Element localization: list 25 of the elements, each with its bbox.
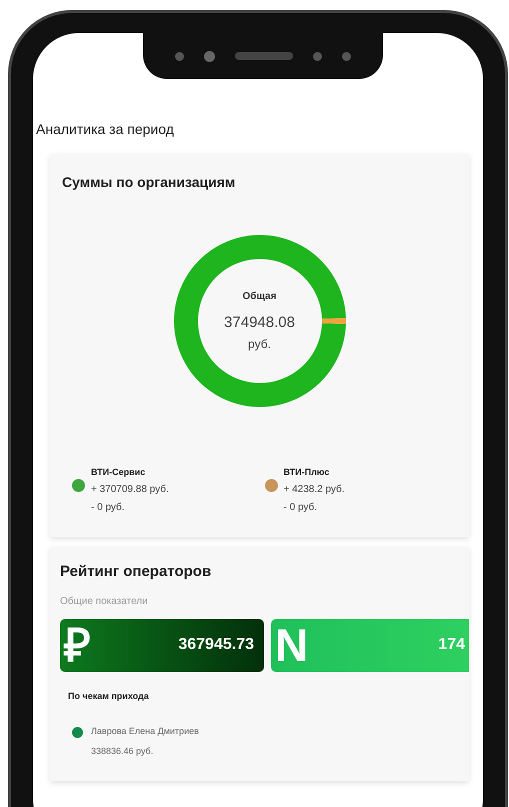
total-value: 374948.08	[224, 313, 295, 334]
tile-value: 174	[438, 635, 465, 655]
camera-icon	[342, 52, 351, 60]
legend-name: ВТИ-Плюс	[284, 466, 330, 479]
card-title: Суммы по организациям	[62, 173, 236, 192]
camera-icon	[313, 52, 322, 60]
page-title: Аналитика за период	[36, 120, 175, 139]
speaker-icon	[235, 52, 293, 60]
card-subtitle: Общие показатели	[60, 594, 149, 608]
legend-expense: - 0 руб.	[91, 501, 126, 515]
tile-glyph: ₽	[64, 622, 91, 668]
section-label: По чекам прихода	[68, 690, 150, 703]
legend-income: + 370709.88 руб.	[91, 483, 169, 497]
total-unit: руб.	[248, 336, 271, 353]
camera-icon	[175, 52, 184, 60]
legend-income: + 4238.2 руб.	[284, 483, 345, 497]
sensor-icon	[204, 50, 215, 62]
legend-name: ВТИ-Сервис	[91, 466, 146, 479]
total-label: Общая	[242, 290, 276, 304]
operator-name: Лаврова Елена Дмитриев	[91, 725, 199, 738]
operator-amount: 338836.46 руб.	[91, 745, 154, 758]
tile-value: 367945.73	[178, 635, 254, 655]
legend-expense: - 0 руб.	[284, 501, 318, 515]
card-title: Рейтинг операторов	[60, 562, 212, 582]
tile-glyph: N	[275, 622, 308, 668]
